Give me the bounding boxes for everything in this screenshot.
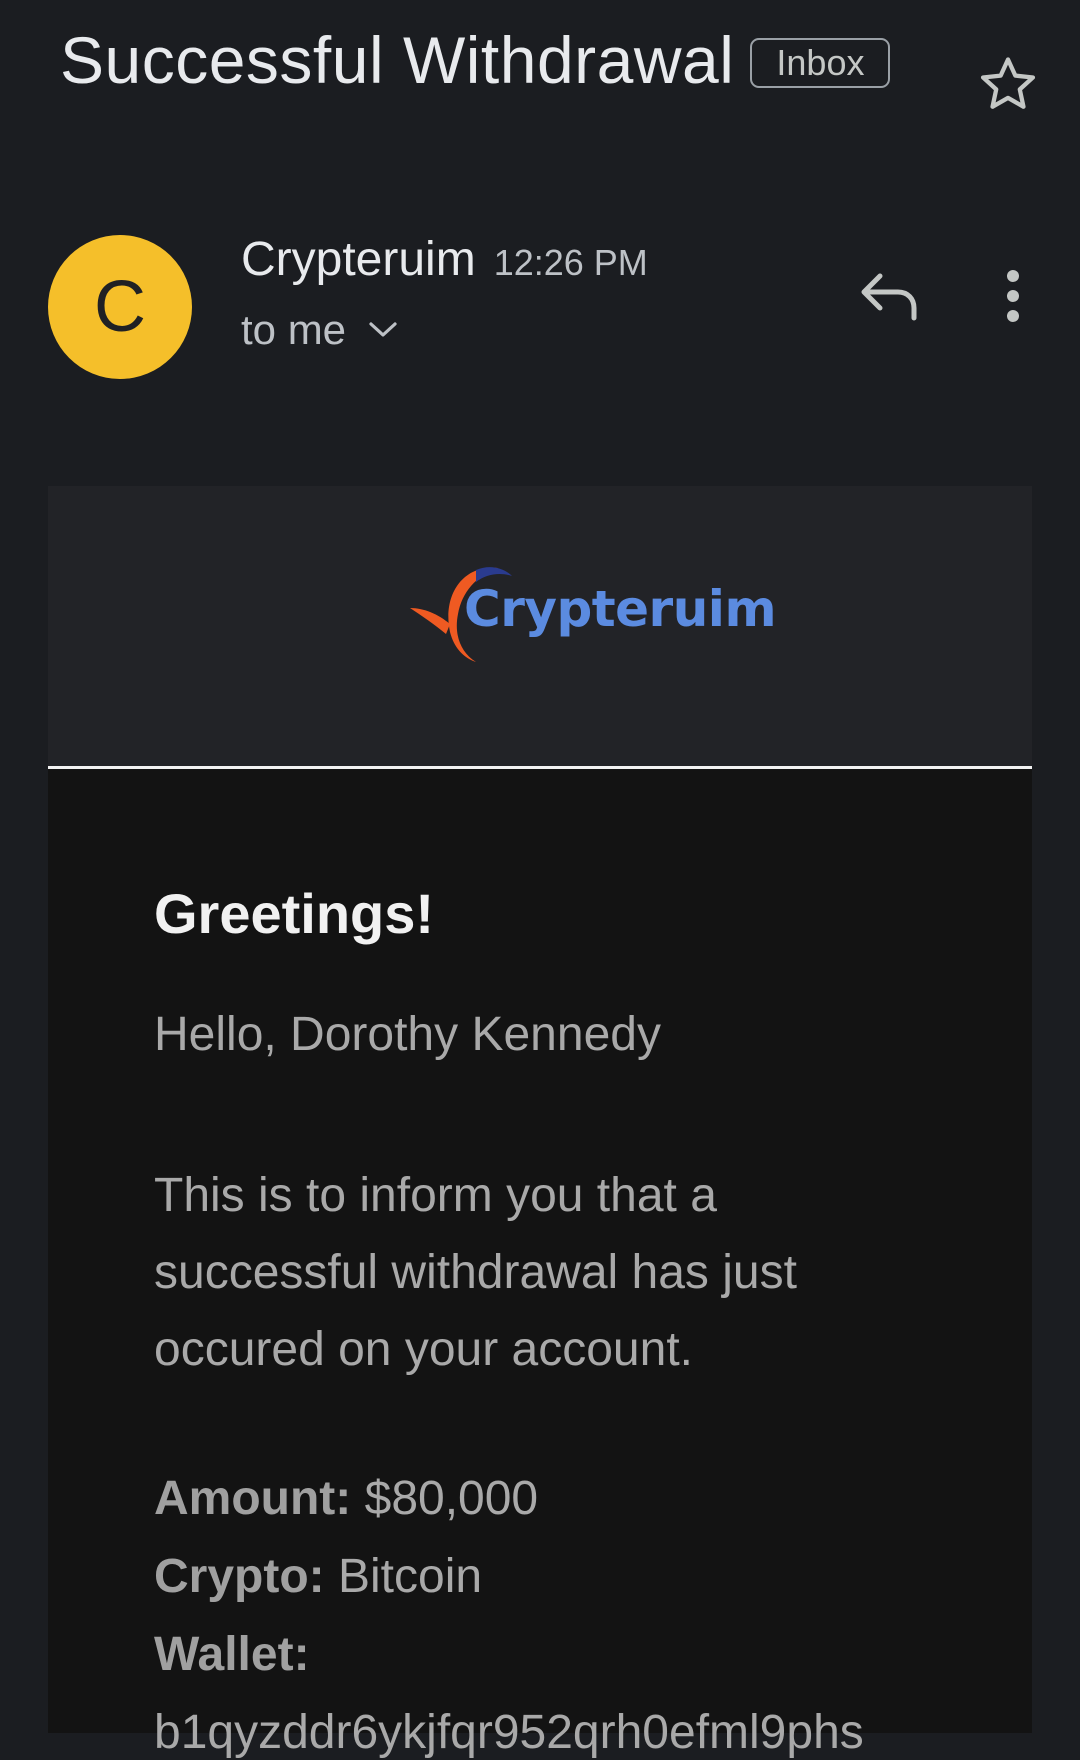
email-body: Greetings! Hello, Dorothy Kennedy This i… — [48, 769, 1032, 1759]
hello-line: Hello, Dorothy Kennedy — [154, 1008, 661, 1061]
sender-row: Crypteruim 12:26 PM — [241, 232, 648, 287]
email-banner: Crypteruim — [48, 486, 1032, 766]
crypto-value: Bitcoin — [324, 1550, 483, 1603]
recipient-label: to me — [241, 306, 347, 353]
amount-row: Amount: $80,000 — [154, 1471, 538, 1526]
crypto-row: Crypto: Bitcoin — [154, 1549, 482, 1604]
sender-name[interactable]: Crypteruim — [241, 232, 476, 287]
email-subject: Successful Withdrawal — [60, 23, 735, 97]
wallet-label: Wallet: — [154, 1628, 310, 1681]
amount-label: Amount: — [154, 1472, 352, 1525]
email-time: 12:26 PM — [493, 242, 648, 283]
sender-avatar[interactable]: C — [48, 235, 192, 379]
crypto-label: Crypto: — [154, 1550, 325, 1603]
more-vertical-icon[interactable] — [995, 266, 1031, 326]
logo-text: Crypteruim — [464, 580, 777, 638]
wallet-row: Wallet: — [154, 1627, 310, 1682]
amount-value: $80,000 — [351, 1472, 539, 1525]
reply-icon[interactable] — [858, 268, 920, 324]
crypteruim-logo: Crypteruim — [406, 554, 777, 672]
avatar-letter: C — [94, 267, 146, 347]
inbox-label-chip[interactable]: Inbox — [750, 38, 891, 88]
chevron-down-icon[interactable] — [368, 320, 398, 340]
greeting-heading: Greetings! — [154, 882, 435, 945]
subject-row: Successful Withdrawal Inbox — [60, 22, 891, 98]
star-icon[interactable] — [976, 52, 1040, 116]
recipient-details-toggle[interactable]: to me — [241, 306, 398, 354]
withdrawal-message: This is to inform you that a successful … — [154, 1169, 797, 1376]
